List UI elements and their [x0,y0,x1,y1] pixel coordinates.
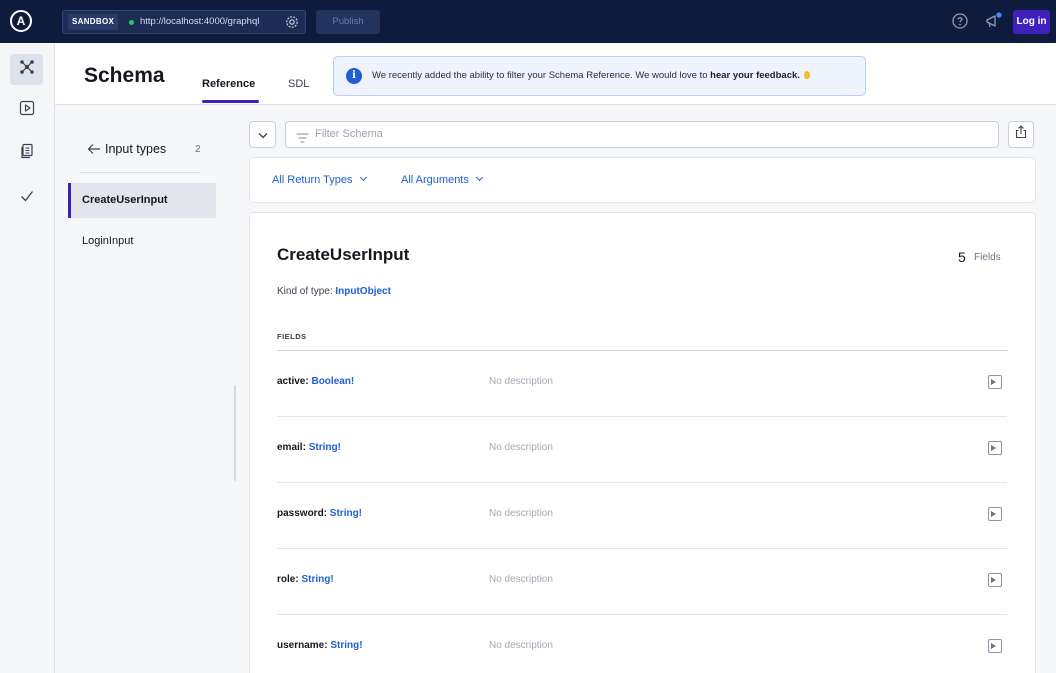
nav-explorer[interactable] [10,95,43,126]
kind-value-link[interactable]: InputObject [335,286,391,297]
chevron-down-icon [359,173,367,182]
export-button[interactable] [1008,121,1034,148]
sandbox-badge: SANDBOX [68,14,119,30]
field-type-link[interactable]: Boolean! [311,376,354,387]
field-row-password: password: String! No description [277,483,1007,549]
play-square-icon [19,100,35,121]
field-label: username: [277,640,328,651]
share-export-icon [1015,125,1027,144]
sidebar-item-logininput[interactable]: LoginInput [68,224,216,259]
field-description: No description [489,508,553,519]
documents-icon [19,143,35,164]
field-description: No description [489,640,553,651]
field-count: 5 [958,249,966,265]
login-button[interactable]: Log in [1013,10,1050,34]
endpoint-url[interactable]: http://localhost:4000/graphql [140,11,259,33]
connection-status-dot [129,20,134,25]
filter-icon [296,130,309,143]
field-label: active: [277,376,309,387]
arguments-label: All Arguments [401,174,469,186]
announcements-megaphone-icon[interactable] [983,10,1005,32]
open-in-explorer-play-icon[interactable] [988,507,1002,521]
filter-schema-input[interactable]: Filter Schema [285,121,999,148]
left-navigation [0,43,55,673]
field-type-link[interactable]: String! [330,508,362,519]
fields-heading: FIELDS [277,332,307,341]
open-in-explorer-play-icon[interactable] [988,573,1002,587]
field-name: username: String! [277,640,363,651]
sidebar-count: 2 [195,144,201,155]
field-row-active: active: Boolean! No description [277,351,1007,417]
feedback-banner: i We recently added the ability to filte… [333,56,866,96]
field-name: email: String! [277,442,341,453]
publish-button[interactable]: Publish [316,10,380,34]
filter-placeholder: Filter Schema [315,128,383,140]
nav-checks[interactable] [10,183,43,214]
field-name: password: String! [277,508,362,519]
field-row-username: username: String! No description [277,615,1007,673]
connection-settings-gear-icon[interactable] [284,14,300,30]
open-in-explorer-play-icon[interactable] [988,441,1002,455]
lightbulb-icon [803,71,810,79]
tab-sdl[interactable]: SDL [288,78,309,90]
field-name: active: Boolean! [277,376,354,387]
apollo-logo-icon[interactable]: A [10,10,32,32]
sidebar-title: Input types [105,142,167,156]
field-type-link[interactable]: String! [301,574,333,585]
active-tab-indicator [202,100,259,103]
banner-message: We recently added the ability to filter … [372,70,810,81]
field-description: No description [489,442,553,453]
field-type-link[interactable]: String! [309,442,341,453]
feedback-link[interactable]: hear your feedback. [710,70,800,81]
filters-bar: All Return Types All Arguments [249,157,1036,203]
arguments-dropdown[interactable]: All Arguments [401,158,483,204]
sidebar-resize-handle[interactable] [234,385,236,481]
sidebar-item-createuserinput[interactable]: CreateUserInput [68,183,216,218]
open-in-explorer-play-icon[interactable] [988,639,1002,653]
nav-documents[interactable] [10,138,43,169]
type-name: CreateUserInput [277,245,410,264]
field-description: No description [489,376,553,387]
banner-text: We recently added the ability to filter … [372,70,708,81]
field-row-email: email: String! No description [277,417,1007,483]
chevron-down-icon [475,173,483,182]
field-name: role: String! [277,574,334,585]
page-title: Schema [84,64,165,87]
return-types-dropdown[interactable]: All Return Types [272,158,367,204]
open-in-explorer-play-icon[interactable] [988,375,1002,389]
return-types-label: All Return Types [272,174,353,186]
back-arrow-icon[interactable] [87,142,101,154]
nav-schema[interactable] [10,54,43,85]
schema-graph-icon [18,58,36,81]
field-label: password: [277,508,328,519]
chevron-down-icon [258,126,268,144]
checkmark-icon [19,188,35,209]
field-count-label: Fields [974,252,1001,263]
tab-reference[interactable]: Reference [202,78,255,90]
endpoint-selector[interactable]: SANDBOX http://localhost:4000/graphql [62,10,306,34]
info-icon: i [346,68,362,84]
help-icon[interactable] [951,12,969,30]
field-label: email: [277,442,306,453]
top-bar: A SANDBOX http://localhost:4000/graphql … [0,0,1056,43]
kind-of-type: Kind of type: InputObject [277,286,391,297]
kind-label: Kind of type: [277,286,333,297]
sidebar-divider [80,172,200,173]
field-row-role: role: String! No description [277,549,1007,615]
field-description: No description [489,574,553,585]
filter-scope-dropdown[interactable] [249,121,276,148]
field-type-link[interactable]: String! [330,640,362,651]
field-label: role: [277,574,299,585]
